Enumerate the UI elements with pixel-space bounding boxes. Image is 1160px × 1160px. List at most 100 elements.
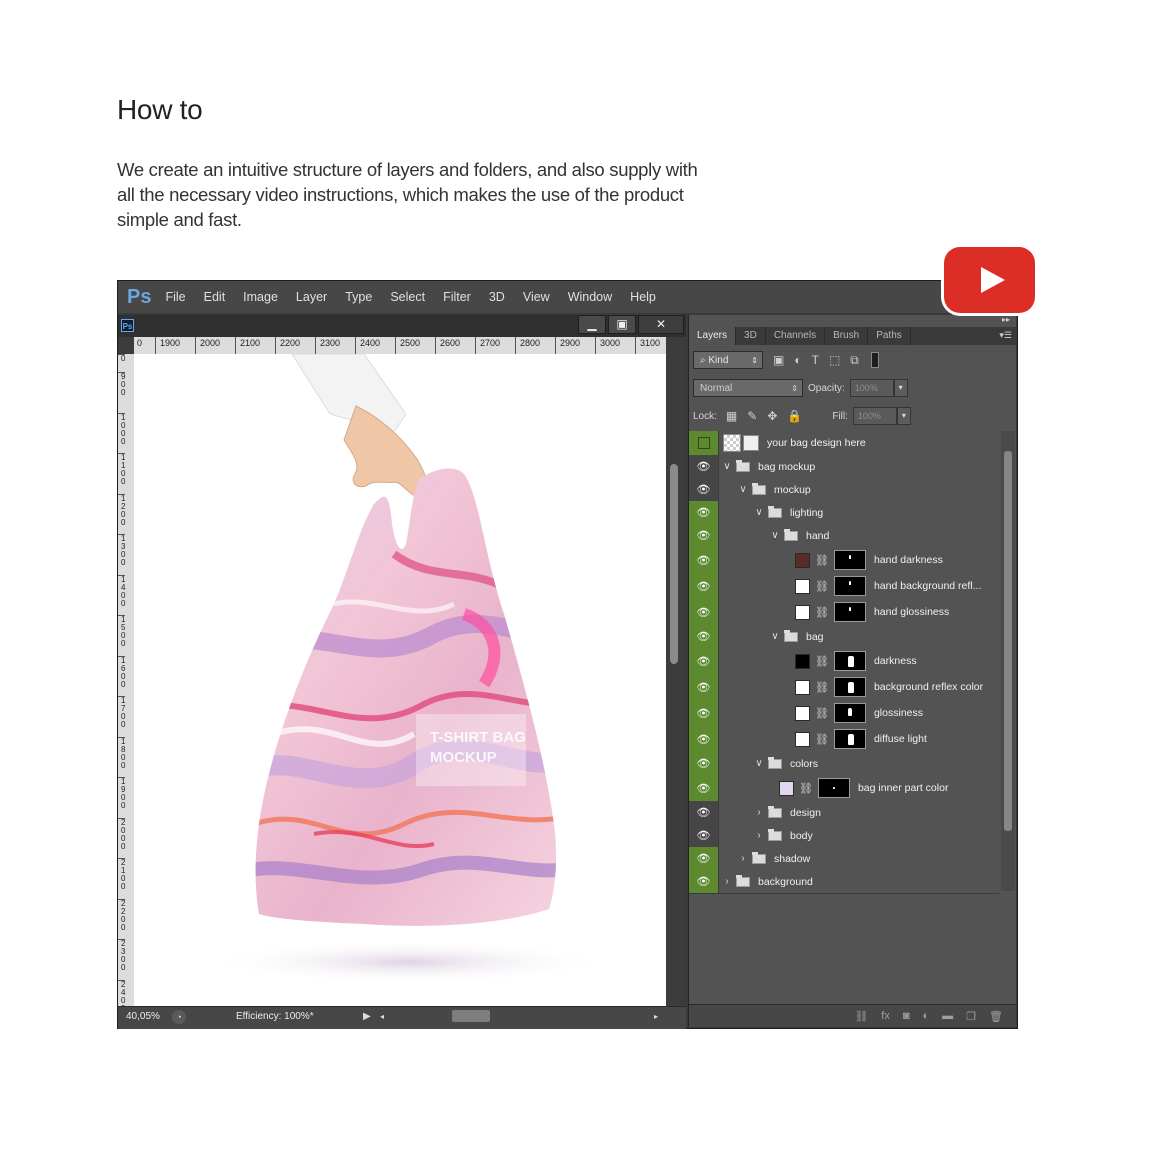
blend-mode-dropdown[interactable]: Normal ⇕ bbox=[693, 379, 803, 397]
chevron-down-icon[interactable]: ∨ bbox=[769, 631, 781, 642]
add-mask-icon[interactable]: ◙ bbox=[903, 1010, 910, 1022]
layer-row-lighting[interactable]: 👁 ∨ lighting bbox=[689, 501, 999, 525]
eye-icon[interactable]: 👁 bbox=[689, 847, 719, 870]
eye-icon[interactable]: 👁 bbox=[689, 824, 719, 847]
layer-row-hand-glossiness[interactable]: 👁 ⛓ hand glossiness bbox=[689, 599, 999, 626]
eye-icon[interactable]: 👁 bbox=[689, 573, 719, 599]
menu-window[interactable]: Window bbox=[568, 290, 612, 304]
visibility-toggle-empty[interactable] bbox=[689, 431, 719, 455]
filter-toggle-switch[interactable] bbox=[870, 352, 879, 368]
chevron-right-icon[interactable]: › bbox=[753, 807, 765, 818]
layer-row-hand-darkness[interactable]: 👁 ⛓ hand darkness bbox=[689, 547, 999, 574]
opacity-slider-button[interactable]: ▾ bbox=[893, 379, 908, 397]
eye-icon[interactable]: 👁 bbox=[689, 801, 719, 824]
menu-image[interactable]: Image bbox=[243, 290, 278, 304]
trash-icon[interactable]: 🗑 bbox=[989, 1010, 1003, 1023]
lock-position-icon[interactable]: ✥ bbox=[767, 409, 777, 423]
layer-row-design[interactable]: 👁 › design bbox=[689, 801, 999, 825]
menu-file[interactable]: File bbox=[165, 290, 185, 304]
eye-icon[interactable]: 👁 bbox=[689, 752, 719, 775]
canvas-horizontal-scrollbar[interactable] bbox=[452, 1010, 490, 1022]
layer-row-shadow[interactable]: 👁 › shadow bbox=[689, 847, 999, 871]
menu-edit[interactable]: Edit bbox=[204, 290, 226, 304]
youtube-play-icon[interactable] bbox=[944, 247, 1035, 313]
scroll-right-icon[interactable]: ▸ bbox=[654, 1012, 658, 1021]
doc-info-icon[interactable]: ◔ bbox=[172, 1010, 186, 1024]
link-icon[interactable]: ⛓ bbox=[815, 655, 829, 668]
new-group-icon[interactable]: ▬ bbox=[942, 1010, 953, 1022]
menu-layer[interactable]: Layer bbox=[296, 290, 327, 304]
link-icon[interactable]: ⛓ bbox=[799, 782, 813, 795]
menu-type[interactable]: Type bbox=[345, 290, 372, 304]
eye-icon[interactable]: 👁 bbox=[689, 524, 719, 547]
lock-pixels-icon[interactable]: ✎ bbox=[747, 409, 757, 423]
chevron-right-icon[interactable]: › bbox=[737, 853, 749, 864]
tab-3d[interactable]: 3D bbox=[736, 327, 766, 345]
layer-row-bag[interactable]: 👁 ∨ bag bbox=[689, 625, 999, 649]
link-icon[interactable]: ⛓ bbox=[815, 554, 829, 567]
link-icon[interactable]: ⛓ bbox=[815, 681, 829, 694]
zoom-level[interactable]: 40,05% bbox=[126, 1011, 160, 1022]
eye-icon[interactable]: 👁 bbox=[689, 455, 719, 478]
menu-view[interactable]: View bbox=[523, 290, 550, 304]
layer-row-diffuse-light[interactable]: 👁 ⛓ diffuse light bbox=[689, 726, 999, 753]
link-icon[interactable]: ⛓ bbox=[815, 707, 829, 720]
document-canvas[interactable]: T-SHIRT BAG MOCKUP bbox=[134, 354, 666, 1006]
close-button[interactable]: ✕ bbox=[638, 315, 684, 334]
layer-row-hand[interactable]: 👁 ∨ hand bbox=[689, 524, 999, 548]
link-icon[interactable]: ⛓ bbox=[815, 580, 829, 593]
eye-icon[interactable]: 👁 bbox=[689, 599, 719, 625]
eye-icon[interactable]: 👁 bbox=[689, 625, 719, 648]
layer-row-bag-inner-part-color[interactable]: 👁 ⛓ bag inner part color bbox=[689, 775, 999, 802]
kind-filter-dropdown[interactable]: ⌕ Kind ⇕ bbox=[693, 351, 763, 369]
pixel-filter-icon[interactable]: ▣ bbox=[773, 353, 784, 367]
layer-row-bag-mockup[interactable]: 👁 ∨ bag mockup bbox=[689, 455, 999, 479]
layer-row-darkness[interactable]: 👁 ⛓ darkness bbox=[689, 648, 999, 675]
eye-icon[interactable]: 👁 bbox=[689, 674, 719, 700]
chevron-right-icon[interactable]: › bbox=[721, 876, 733, 887]
chevron-down-icon[interactable]: ∨ bbox=[769, 530, 781, 541]
layers-scrollbar[interactable] bbox=[1001, 431, 1015, 891]
menu-filter[interactable]: Filter bbox=[443, 290, 471, 304]
link-icon[interactable]: ⛓ bbox=[815, 733, 829, 746]
layer-row-glossiness[interactable]: 👁 ⛓ glossiness bbox=[689, 700, 999, 727]
lock-transparency-icon[interactable]: ▦ bbox=[726, 409, 737, 423]
panel-menu-icon[interactable]: ▾☰ bbox=[999, 330, 1012, 341]
layer-row-colors[interactable]: 👁 ∨ colors bbox=[689, 752, 999, 776]
status-menu-arrow-icon[interactable]: ▶ bbox=[363, 1011, 371, 1022]
minimize-button[interactable]: ▁ bbox=[578, 315, 606, 334]
layer-row-background-reflex-color[interactable]: 👁 ⛓ background reflex color bbox=[689, 674, 999, 701]
panel-collapse-icon[interactable]: ▸▸ bbox=[1002, 315, 1010, 324]
eye-icon[interactable]: 👁 bbox=[689, 700, 719, 726]
fx-icon[interactable]: fx bbox=[881, 1010, 890, 1022]
chevron-right-icon[interactable]: › bbox=[753, 830, 765, 841]
adjustment-filter-icon[interactable]: ◐ bbox=[794, 353, 801, 367]
shape-filter-icon[interactable]: ⬚ bbox=[829, 353, 840, 367]
eye-icon[interactable]: 👁 bbox=[689, 501, 719, 524]
canvas-vertical-scrollbar[interactable] bbox=[666, 354, 686, 1006]
eye-icon[interactable]: 👁 bbox=[689, 726, 719, 752]
opacity-field[interactable]: 100% bbox=[849, 379, 894, 397]
eye-icon[interactable]: 👁 bbox=[689, 547, 719, 573]
tab-channels[interactable]: Channels bbox=[766, 327, 826, 345]
link-layers-icon[interactable]: ⛓ bbox=[854, 1010, 868, 1023]
chevron-down-icon[interactable]: ∨ bbox=[737, 484, 749, 495]
tab-brush[interactable]: Brush bbox=[825, 327, 869, 345]
menu-help[interactable]: Help bbox=[630, 290, 656, 304]
eye-icon[interactable]: 👁 bbox=[689, 775, 719, 801]
chevron-down-icon[interactable]: ∨ bbox=[753, 507, 765, 518]
eye-icon[interactable]: 👁 bbox=[689, 648, 719, 674]
tab-paths[interactable]: Paths bbox=[868, 327, 911, 345]
layer-row-your-bag-design-here[interactable]: your bag design here bbox=[689, 431, 999, 456]
layer-row-background[interactable]: 👁 › background bbox=[689, 870, 999, 894]
chevron-down-icon[interactable]: ∨ bbox=[753, 758, 765, 769]
adjustment-layer-icon[interactable]: ◐ bbox=[923, 1010, 930, 1022]
fill-field[interactable]: 100% bbox=[852, 407, 897, 425]
type-filter-icon[interactable]: T bbox=[812, 353, 819, 367]
tab-layers[interactable]: Layers bbox=[689, 327, 737, 345]
smartobject-filter-icon[interactable]: ⧉ bbox=[850, 353, 859, 368]
scroll-left-icon[interactable]: ◂ bbox=[380, 1012, 384, 1021]
new-layer-icon[interactable]: ❐ bbox=[966, 1010, 976, 1023]
chevron-down-icon[interactable]: ∨ bbox=[721, 461, 733, 472]
menu-3d[interactable]: 3D bbox=[489, 290, 505, 304]
